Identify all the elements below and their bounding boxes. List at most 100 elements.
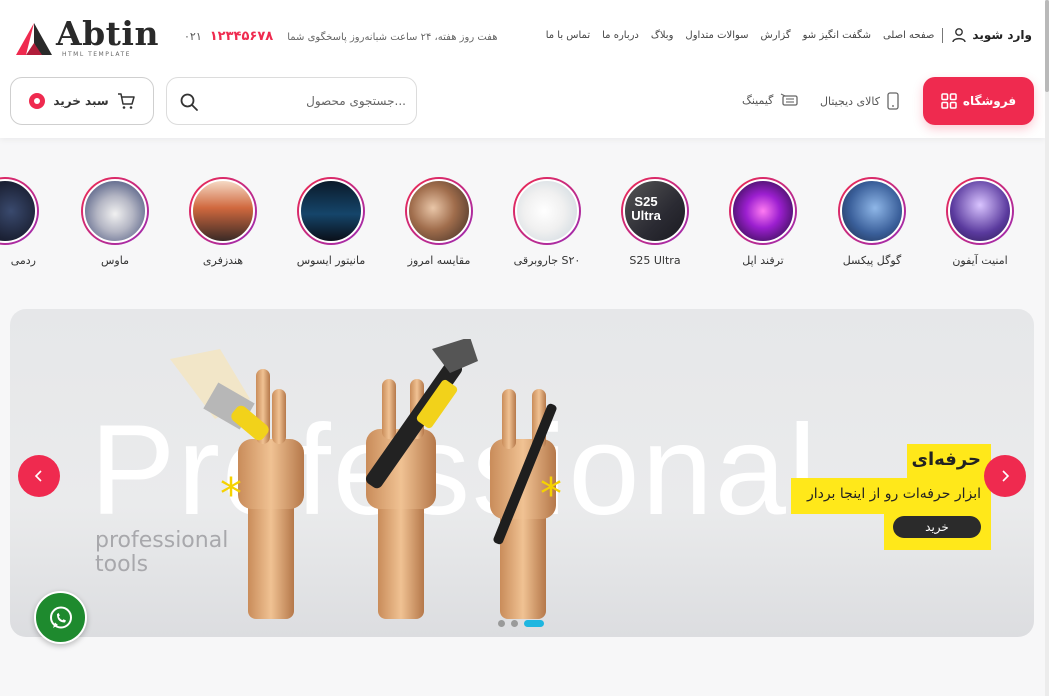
- story-ring: [946, 177, 1014, 245]
- story-overlay-text: S25 Ultra: [631, 194, 661, 223]
- story-ring: [189, 177, 257, 245]
- story-label: ردمی: [10, 254, 36, 267]
- story-thumbnail: S25 Ultra: [623, 179, 687, 243]
- banner-title-card: حرفه‌ای: [907, 444, 991, 478]
- svg-text:*: *: [540, 469, 562, 520]
- story-ring: [81, 177, 149, 245]
- story-label: ماوس: [101, 254, 129, 267]
- story-item[interactable]: ترفند اپل: [718, 177, 808, 267]
- grid-icon: [941, 93, 957, 109]
- scrollbar-thumb[interactable]: [1045, 0, 1049, 92]
- site-header: Abtin HTML TEMPLATE ۰۲۱ ۱۲۳۴۵۶۷۸ هفت روز…: [0, 0, 1045, 138]
- story-ring: [729, 177, 797, 245]
- slider-prev-button[interactable]: [18, 455, 60, 497]
- story-ring: [513, 177, 581, 245]
- banner-subtitle: ابزار حرفه‌ات رو از اینجا بردار: [806, 486, 981, 502]
- page-scrollbar[interactable]: [1045, 0, 1049, 696]
- nav-link-faq[interactable]: سوالات متداول: [685, 30, 748, 41]
- cart-button[interactable]: سبد خرید: [10, 77, 154, 125]
- category-gaming[interactable]: گیمینگ: [742, 92, 799, 108]
- whatsapp-icon: [49, 606, 72, 628]
- story-label: جاروبرقی S۲۰: [513, 254, 581, 267]
- nav-link-amazing[interactable]: شگفت انگیز شو: [803, 30, 871, 41]
- chevron-right-icon: [1002, 470, 1010, 482]
- story-label: گوگل پیکسل: [842, 254, 902, 267]
- user-icon: [952, 28, 967, 43]
- search-box[interactable]: جستجوی محصول...: [166, 77, 417, 125]
- story-thumbnail: [299, 179, 363, 243]
- slider-next-button[interactable]: [984, 455, 1026, 497]
- slider-dot[interactable]: [511, 620, 518, 627]
- story-item[interactable]: مانیتور ایسوس: [286, 177, 376, 267]
- buy-button[interactable]: خرید: [893, 516, 981, 538]
- nav-link-about[interactable]: درباره ما: [602, 30, 639, 41]
- shop-label: فروشگاه: [962, 94, 1017, 108]
- story-ring: [0, 177, 39, 245]
- slider-dots: [498, 620, 544, 627]
- category-digital[interactable]: کالای دیجیتال: [820, 92, 900, 110]
- wooden-hands-illustration: * *: [170, 339, 562, 619]
- story-thumbnail: [515, 179, 579, 243]
- phone-device-icon: [887, 92, 899, 110]
- nav-link-report[interactable]: گزارش: [761, 30, 791, 41]
- cart-badge: [29, 93, 46, 109]
- logo-text: Abtin: [56, 14, 159, 53]
- story-item[interactable]: مقایسه امروز: [394, 177, 484, 267]
- contact-info: ۰۲۱ ۱۲۳۴۵۶۷۸ هفت روز هفته، ۲۴ ساعت شبانه…: [184, 29, 497, 44]
- story-item[interactable]: امنیت آیفون: [935, 177, 1025, 267]
- category-gaming-label: گیمینگ: [742, 93, 774, 107]
- logo[interactable]: Abtin HTML TEMPLATE: [14, 14, 158, 61]
- shop-button[interactable]: فروشگاه: [923, 77, 1034, 125]
- banner-title: حرفه‌ای: [911, 449, 981, 470]
- story-ring: S25 Ultra: [621, 177, 689, 245]
- story-thumbnail: [191, 179, 255, 243]
- story-item[interactable]: هندزفری: [178, 177, 268, 267]
- story-label: مانیتور ایسوس: [296, 254, 366, 267]
- nav-link-home[interactable]: صفحه اصلی: [883, 30, 934, 41]
- nav-separator: [942, 27, 944, 43]
- logo-tagline: HTML TEMPLATE: [62, 51, 131, 58]
- search-input[interactable]: جستجوی محصول...: [306, 94, 406, 108]
- category-digital-label: کالای دیجیتال: [820, 94, 881, 108]
- story-thumbnail: [83, 179, 147, 243]
- story-thumbnail: [407, 179, 471, 243]
- nav-link-contact[interactable]: تماس با ما: [546, 30, 590, 41]
- story-item[interactable]: ماوس: [70, 177, 160, 267]
- story-ring: [838, 177, 906, 245]
- phone-number[interactable]: ۱۲۳۴۵۶۷۸: [210, 29, 273, 44]
- svg-text:*: *: [220, 469, 242, 520]
- story-label: S25 Ultra: [629, 254, 681, 267]
- nav-link-blog[interactable]: وبلاگ: [651, 30, 674, 41]
- search-icon[interactable]: [179, 92, 199, 112]
- banner-subtitle-card: ابزار حرفه‌ات رو از اینجا بردار: [791, 478, 991, 514]
- story-ring: [405, 177, 473, 245]
- whatsapp-button[interactable]: [34, 591, 87, 644]
- story-thumbnail: [840, 179, 904, 243]
- story-item[interactable]: S25 Ultra S25 Ultra: [610, 177, 700, 267]
- story-label: مقایسه امروز: [407, 254, 471, 267]
- story-thumbnail: [0, 179, 37, 243]
- chevron-left-icon: [34, 470, 42, 482]
- story-item[interactable]: گوگل پیکسل: [827, 177, 917, 267]
- top-navigation: وارد شوید صفحه اصلی شگفت انگیز شو گزارش …: [546, 27, 1032, 43]
- story-label: ترفند اپل: [742, 254, 784, 267]
- story-label: امنیت آیفون: [952, 254, 1008, 267]
- login-link[interactable]: وارد شوید: [951, 27, 1032, 43]
- gamepad-icon: [781, 93, 799, 106]
- cart-label: سبد خرید: [53, 94, 109, 108]
- story-item[interactable]: ردمی: [0, 177, 40, 267]
- support-note: هفت روز هفته، ۲۴ ساعت شبانه‌روز پاسخگوی …: [287, 32, 498, 43]
- story-thumbnail: [948, 179, 1012, 243]
- hero-banner[interactable]: Professional professional tools * * حرفه…: [10, 309, 1034, 637]
- nav-links: صفحه اصلی شگفت انگیز شو گزارش سوالات متد…: [546, 30, 935, 41]
- logo-mark-icon: [16, 23, 52, 55]
- story-item[interactable]: جاروبرقی S۲۰: [502, 177, 592, 267]
- login-label: وارد شوید: [972, 28, 1032, 42]
- cart-icon: [117, 93, 135, 109]
- story-ring: [297, 177, 365, 245]
- story-label: هندزفری: [202, 254, 244, 267]
- slider-dot[interactable]: [498, 620, 505, 627]
- slider-dot-active[interactable]: [524, 620, 544, 627]
- story-thumbnail: [731, 179, 795, 243]
- phone-prefix: ۰۲۱: [184, 30, 202, 43]
